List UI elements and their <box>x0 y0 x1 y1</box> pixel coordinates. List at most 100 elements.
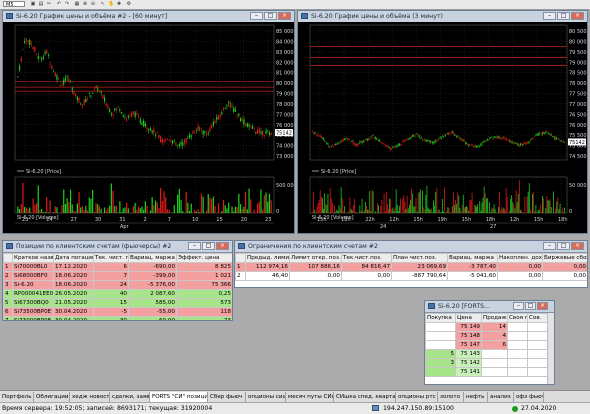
column-header[interactable]: Своя п. <box>508 314 528 323</box>
quote-row[interactable]: 75 141 <box>426 368 548 377</box>
redo-icon[interactable]: ↷ <box>64 1 70 7</box>
minimize-button[interactable]: – <box>543 242 556 250</box>
workspace-tab[interactable]: анализ <box>488 392 514 402</box>
close-button[interactable]: × <box>537 302 548 310</box>
column-header[interactable]: Краткое название <box>13 254 54 263</box>
hand-icon[interactable]: ✋ <box>108 1 114 7</box>
minimize-button[interactable]: – <box>513 302 524 310</box>
close-button[interactable]: × <box>216 242 229 250</box>
close-button[interactable]: × <box>278 12 291 20</box>
maximize-button[interactable]: □ <box>525 302 536 310</box>
maximize-button[interactable]: □ <box>264 12 277 20</box>
minimize-button[interactable]: – <box>188 242 201 250</box>
table-row[interactable]: 1Si70000BL017.12.20206-690,008 825 <box>4 263 233 272</box>
limits-window[interactable]: Ограничения по клиентским счетам #2 – □ … <box>234 240 588 288</box>
workspace-tab[interactable]: Портфель <box>0 392 34 402</box>
quote-row[interactable]: 75 14914 <box>426 323 548 332</box>
window-title: Si-6.20 График цены и объёма (3 минут) <box>311 12 443 21</box>
column-header[interactable]: План чист.поз. <box>392 254 448 263</box>
cursor-icon[interactable]: ↖ <box>100 1 106 7</box>
minimize-button[interactable]: – <box>543 12 556 20</box>
zoom-icon[interactable]: ⊕ <box>82 1 88 7</box>
window-titlebar[interactable]: Позиции по клиентским счетам (фьючерсы) … <box>3 241 232 253</box>
crosshair-icon[interactable]: ✚ <box>116 1 122 7</box>
window-titlebar[interactable]: Si-6.20 [FORTS... – □ × <box>425 301 554 313</box>
column-header[interactable]: Покупка <box>426 314 456 323</box>
column-header[interactable]: Вариац. маржа <box>448 254 498 263</box>
candle-body <box>211 126 212 128</box>
minimize-button[interactable]: – <box>250 12 263 20</box>
close-button[interactable]: × <box>571 12 584 20</box>
volume-bar <box>104 208 105 213</box>
table-cell: Si68000BF0 <box>13 272 54 281</box>
volume-bar <box>560 204 561 213</box>
volume-bar <box>348 211 349 213</box>
quotes-window[interactable]: Si-6.20 [FORTS... – □ × ПокупкаЦенаПрода… <box>424 300 555 385</box>
quote-row[interactable]: 75 1484 <box>426 332 548 341</box>
zoom-out-icon[interactable]: ⊖ <box>90 1 96 7</box>
chart-window-3min[interactable]: Si-6.20 График цены и объёма (3 минут) –… <box>297 10 588 234</box>
column-header[interactable]: Дата погашения <box>54 254 94 263</box>
maximize-button[interactable]: □ <box>557 242 570 250</box>
column-header[interactable]: Сов. <box>528 314 548 323</box>
column-header[interactable] <box>4 254 13 263</box>
undo-icon[interactable]: ↶ <box>56 1 62 7</box>
quote-row[interactable]: 75 1476 <box>426 341 548 350</box>
column-header[interactable]: Накоплен. доход <box>498 254 543 263</box>
column-header[interactable]: Эффект. цена <box>177 254 233 263</box>
workspace-tab[interactable]: Облигации <box>34 392 70 402</box>
window-titlebar[interactable]: Ограничения по клиентским счетам #2 – □ … <box>235 241 587 253</box>
workspace-tab[interactable]: золото <box>438 392 464 402</box>
grid-icon[interactable]: ▦ <box>74 1 80 7</box>
timeframe-select[interactable]: M5 <box>3 1 25 7</box>
candle-body <box>388 147 389 148</box>
column-header[interactable]: Тек.чист.поз. <box>342 254 392 263</box>
column-header[interactable]: Лимит откр. поз. <box>290 254 342 263</box>
workspace-tab[interactable]: нефть <box>464 392 488 402</box>
quote-row[interactable]: 575 143 <box>426 350 548 359</box>
maximize-button[interactable]: □ <box>557 12 570 20</box>
table-row[interactable]: 4RP000041EE026.05.2020402 087,600,25 <box>4 290 233 299</box>
positions-window[interactable]: Позиции по клиентским счетам (фьючерсы) … <box>2 240 233 321</box>
table-row[interactable]: 2Si68000BF018.06.20207-399,001 021 <box>4 272 233 281</box>
workspace-tab[interactable]: Сбер фьюч <box>208 392 246 402</box>
workspace-tab[interactable]: опционы ртс <box>396 392 438 402</box>
volume-bar <box>501 207 502 213</box>
column-header[interactable]: Тек. чист. поз. <box>94 254 129 263</box>
column-header[interactable] <box>236 254 246 263</box>
workspace-tab[interactable]: хедж новости <box>70 392 110 402</box>
workspace-tab[interactable]: сделки, заявки <box>110 392 150 402</box>
table-row[interactable]: 6Si73500BP0E30.04.2020-5-55,00118 <box>4 308 233 317</box>
column-header[interactable]: Продажа <box>482 314 508 323</box>
table-row[interactable]: 1112 974,16107 886,1684 816,4723 069,69-… <box>236 263 588 272</box>
candle-body <box>392 147 393 148</box>
workspace-tab[interactable]: месяч путы СИшка <box>286 392 334 402</box>
table-row[interactable]: 7Si73000BP0E30.04.20203060,0073 <box>4 317 233 322</box>
workspace-tab[interactable]: опционы сишка <box>246 392 286 402</box>
workspace-tab[interactable]: СИшка спед. квартал <box>334 392 396 402</box>
column-header[interactable]: Вариац. маржа <box>129 254 177 263</box>
volume-bar <box>174 205 175 213</box>
column-header[interactable]: Предыд. лимит <box>246 254 290 263</box>
table-row[interactable]: 246,400,000,00-887 790,64-5 041,600,000,… <box>236 272 588 281</box>
volume-bar <box>312 212 313 213</box>
open-icon[interactable]: ▤ <box>38 1 44 7</box>
table-row[interactable]: 3Si-6.2018.06.202024-5 376,0075 366 <box>4 281 233 290</box>
workspace-tab[interactable]: FORTS "СИ" позиции <box>150 392 208 402</box>
candle-body <box>361 141 362 142</box>
scrollbar[interactable] <box>547 313 554 384</box>
price-volume-chart[interactable]: 80 50080 00079 50079 00078 50078 00077 5… <box>298 22 587 233</box>
workspace-tab[interactable]: офз фьючи <box>514 392 544 402</box>
settings-icon[interactable]: ⚙ <box>126 1 132 7</box>
quote-row[interactable]: 375 142 <box>426 359 548 368</box>
volume-bar <box>539 210 540 213</box>
maximize-button[interactable]: □ <box>202 242 215 250</box>
close-button[interactable]: × <box>571 242 584 250</box>
save-icon[interactable]: ▣ <box>30 1 36 7</box>
table-row[interactable]: 5Si67300BQ021.05.202015585,00573 <box>4 299 233 308</box>
cut-icon[interactable]: ✂ <box>46 1 52 7</box>
price-volume-chart[interactable]: 85 00084 00083 00082 00081 00080 00079 0… <box>3 22 294 233</box>
column-header[interactable]: Цена <box>456 314 482 323</box>
chart-window-60min[interactable]: Si-6.20 График цены и объёма #2 - [60 ми… <box>2 10 295 234</box>
column-header[interactable]: Биржевые сборы <box>543 254 588 263</box>
